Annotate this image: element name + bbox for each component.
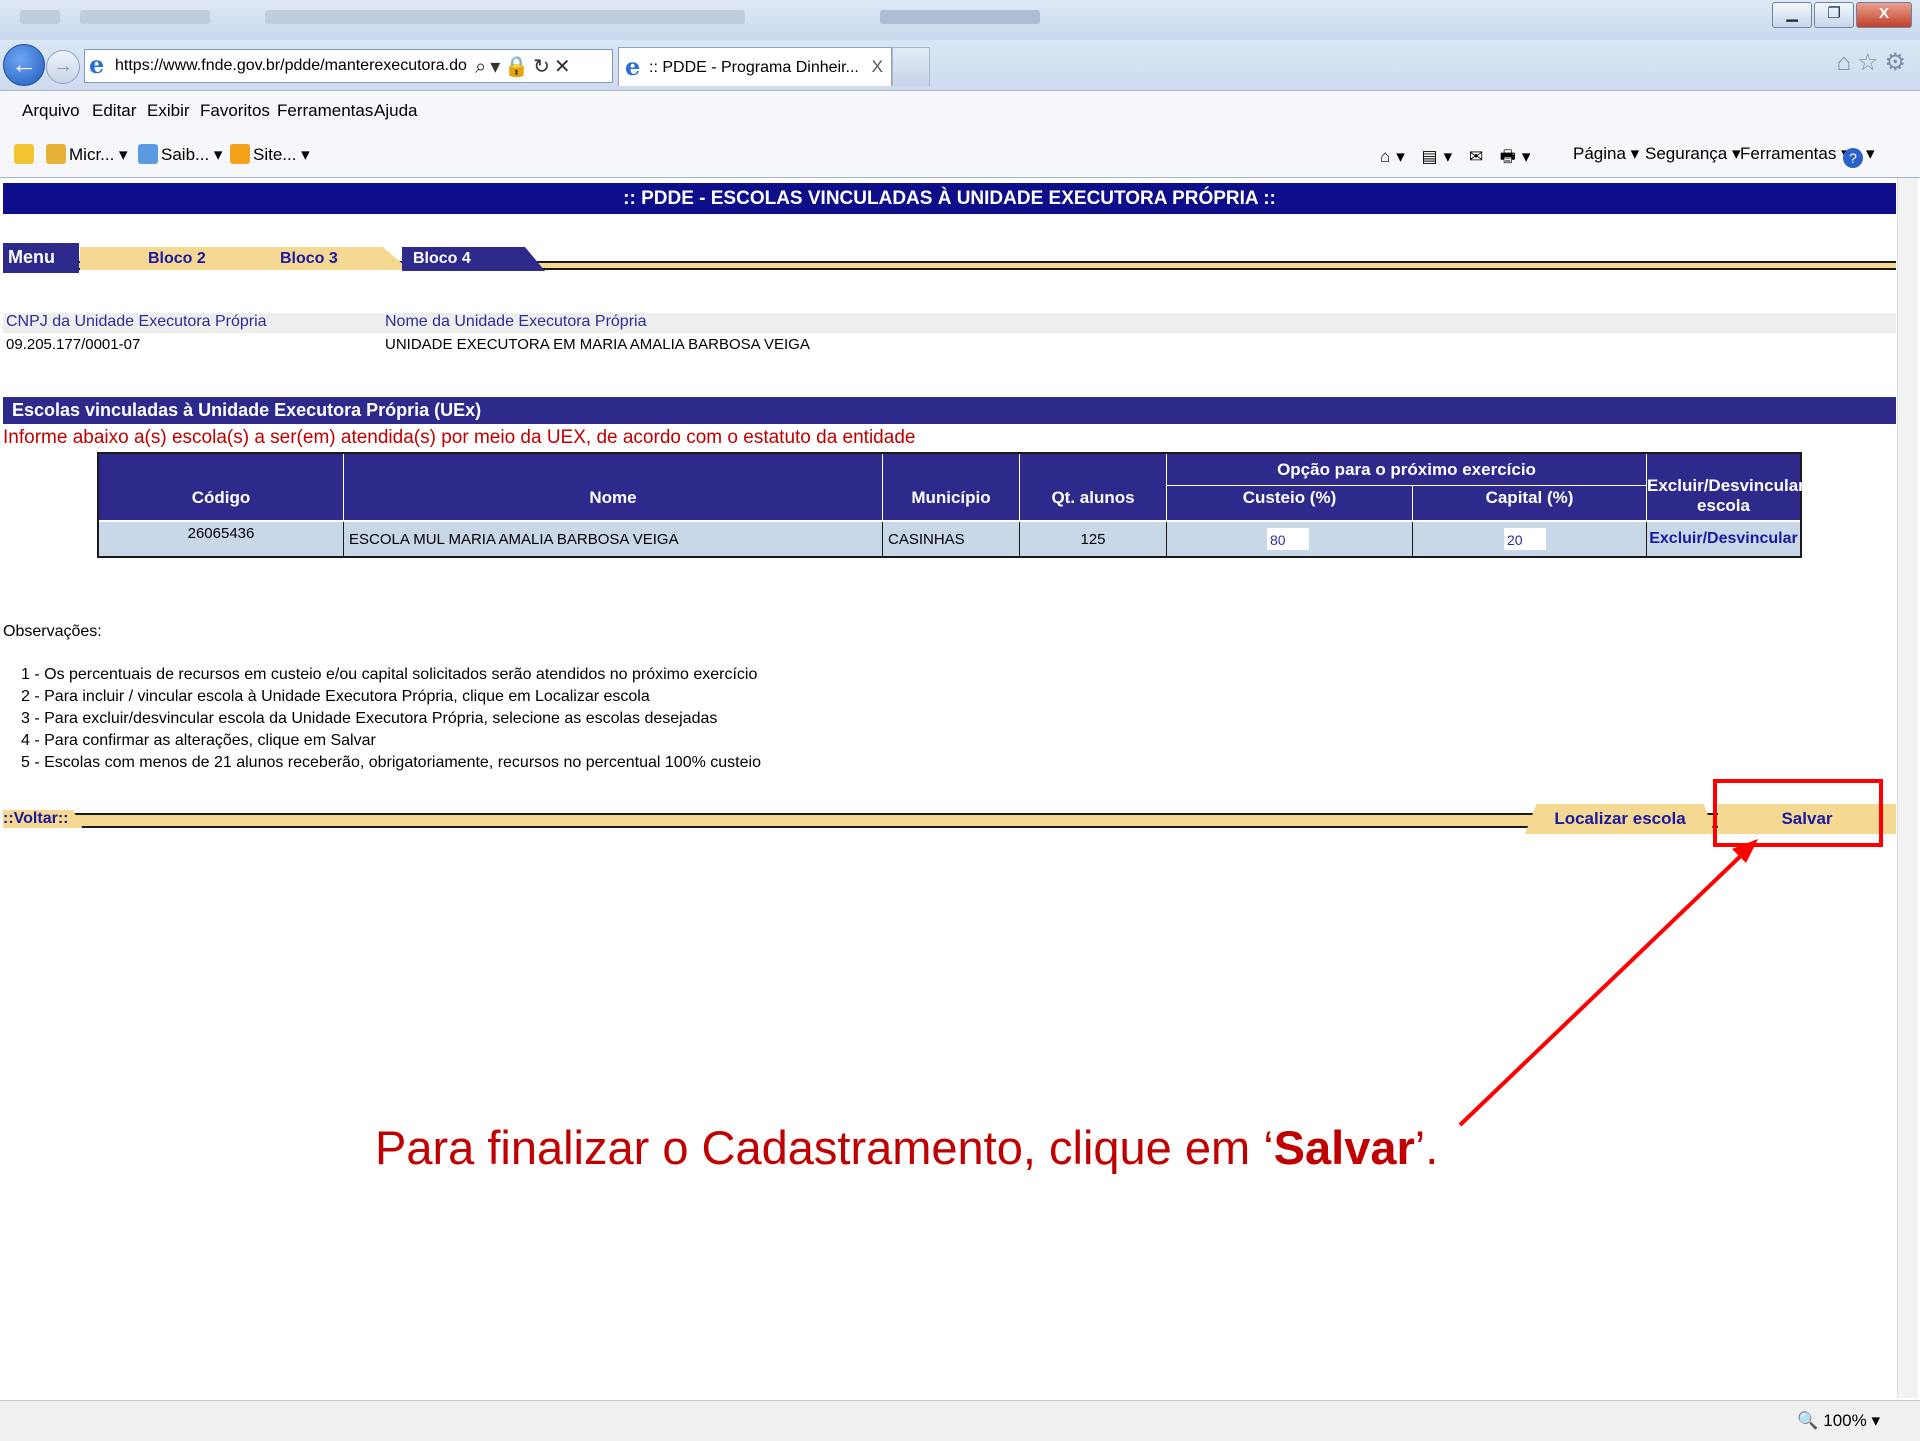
- voltar-link[interactable]: ::Voltar::: [3, 810, 83, 828]
- col-nome: Nome: [344, 454, 883, 520]
- cmd-seguranca[interactable]: Segurança ▾: [1645, 144, 1740, 164]
- fav-site[interactable]: Site... ▾: [230, 144, 310, 165]
- inform-text: Informe abaixo a(s) escola(s) a ser(em) …: [3, 427, 916, 448]
- menu-ferramentas[interactable]: Ferramentas: [277, 101, 373, 121]
- favorites-bar: Micr... ▾ Saib... ▾ Site... ▾ ⌂▾ ▤▾ ✉ 🖶▾…: [0, 131, 1920, 178]
- cell-municipio: CASINHAS: [883, 522, 1020, 556]
- nome-value: UNIDADE EXECUTORA EM MARIA AMALIA BARBOS…: [385, 336, 810, 353]
- folder-icon: [46, 144, 66, 164]
- tab-menu[interactable]: Menu: [3, 243, 79, 273]
- nome-label: Nome da Unidade Executora Própria: [385, 313, 647, 330]
- observacao-item: 2 - Para incluir / vincular escola à Uni…: [21, 688, 650, 705]
- excluir-link[interactable]: Excluir/Desvincular: [1647, 522, 1800, 556]
- status-bar: 🔍 100% ▾: [0, 1400, 1920, 1441]
- cnpj-value: 09.205.177/0001-07: [6, 336, 141, 353]
- col-excluir: Excluir/Desvincular escola: [1647, 454, 1805, 520]
- address-tools-icons[interactable]: ⌕▾🔒↻✕: [475, 54, 575, 79]
- cell-nome: ESCOLA MUL MARIA AMALIA BARBOSA VEIGA: [344, 522, 883, 556]
- col-municipio: Município: [883, 454, 1020, 520]
- menu-arquivo[interactable]: Arquivo: [22, 101, 80, 121]
- cell-custeio: 80: [1167, 522, 1413, 556]
- ie-page-icon: [138, 144, 158, 164]
- col-capital: Capital (%): [1413, 486, 1647, 520]
- window-controls: ▁ ❐ X: [1772, 2, 1912, 28]
- new-tab-button[interactable]: [892, 47, 930, 86]
- labels-row: [3, 313, 1896, 333]
- cell-qt-alunos: 125: [1020, 522, 1167, 556]
- menu-bar: Arquivo Editar Exibir Favoritos Ferramen…: [0, 91, 1920, 131]
- observacao-item: 4 - Para confirmar as alterações, clique…: [21, 732, 376, 749]
- cell-codigo: 26065436: [99, 522, 344, 556]
- ie-logo-icon: e: [89, 50, 105, 79]
- col-custeio: Custeio (%): [1167, 486, 1413, 520]
- menu-editar[interactable]: Editar: [92, 101, 136, 121]
- menu-exibir[interactable]: Exibir: [147, 101, 190, 121]
- tab-favicon-icon: e: [625, 52, 641, 81]
- help-icon[interactable]: ? ▾: [1843, 144, 1875, 168]
- cell-capital: 20: [1413, 522, 1647, 556]
- observacao-item: 3 - Para excluir/desvincular escola da U…: [21, 710, 718, 727]
- home-star-gear-icons[interactable]: ⌂☆⚙: [1836, 48, 1912, 77]
- navigation-bar: ← → e https://www.fnde.gov.br/pdde/mante…: [0, 40, 1920, 91]
- fav-saib[interactable]: Saib... ▾: [138, 144, 222, 165]
- close-icon[interactable]: X: [1856, 2, 1912, 28]
- cnpj-label: CNPJ da Unidade Executora Própria: [6, 313, 267, 330]
- instruction-text: Para finalizar o Cadastramento, clique e…: [375, 1121, 1439, 1174]
- back-arrow-icon[interactable]: ←: [3, 44, 45, 86]
- capital-input[interactable]: 20: [1503, 527, 1547, 551]
- vertical-scrollbar[interactable]: [1897, 178, 1918, 1398]
- col-codigo: Código: [99, 454, 344, 520]
- tab-title: :: PDDE - Programa Dinheir...: [649, 59, 859, 76]
- schools-table: Código Nome Município Qt. alunos Opção p…: [97, 452, 1805, 558]
- url-text: https://www.fnde.gov.br/pdde/manterexecu…: [115, 57, 467, 74]
- tab-close-icon[interactable]: X: [872, 57, 883, 77]
- menu-ajuda[interactable]: Ajuda: [374, 101, 417, 121]
- cmd-ferramentas[interactable]: Ferramentas ▾: [1740, 144, 1850, 164]
- observacoes-title: Observações:: [3, 623, 102, 640]
- observacao-item: 5 - Escolas com menos de 21 alunos receb…: [21, 754, 761, 771]
- custeio-input[interactable]: 80: [1266, 527, 1310, 551]
- window-titlebar: ▁ ❐ X: [0, 0, 1920, 40]
- minimize-icon[interactable]: ▁: [1772, 2, 1812, 28]
- menu-favoritos[interactable]: Favoritos: [200, 101, 270, 121]
- section-title: Escolas vinculadas à Unidade Executora P…: [3, 397, 1896, 424]
- restore-icon[interactable]: ❐: [1814, 2, 1854, 28]
- zoom-level[interactable]: 🔍 100% ▾: [1797, 1411, 1880, 1431]
- tab-bloco-3[interactable]: Bloco 3: [214, 247, 410, 270]
- observacao-item: 1 - Os percentuais de recursos em custei…: [21, 666, 758, 683]
- browser-tab[interactable]: e :: PDDE - Programa Dinheir... X: [618, 47, 892, 86]
- tab-bloco-4[interactable]: Bloco 4: [402, 247, 545, 271]
- command-icons[interactable]: ⌂▾ ▤▾ ✉ 🖶▾: [1380, 144, 1536, 173]
- localizar-escola-button[interactable]: Localizar escola: [1525, 804, 1715, 834]
- col-group-opcao: Opção para o próximo exercício: [1167, 454, 1647, 486]
- page-title: :: PDDE - ESCOLAS VINCULADAS À UNIDADE E…: [3, 183, 1896, 214]
- annotation-arrow-icon: [1458, 839, 1758, 1127]
- cmd-pagina[interactable]: Página ▾: [1573, 144, 1639, 164]
- bing-icon: [230, 144, 250, 164]
- address-bar[interactable]: e https://www.fnde.gov.br/pdde/manterexe…: [84, 49, 613, 83]
- forward-arrow-icon[interactable]: →: [46, 50, 80, 84]
- fav-micr[interactable]: Micr... ▾: [46, 144, 128, 165]
- favorites-star-icon[interactable]: [14, 144, 37, 165]
- col-qt-alunos: Qt. alunos: [1020, 454, 1167, 520]
